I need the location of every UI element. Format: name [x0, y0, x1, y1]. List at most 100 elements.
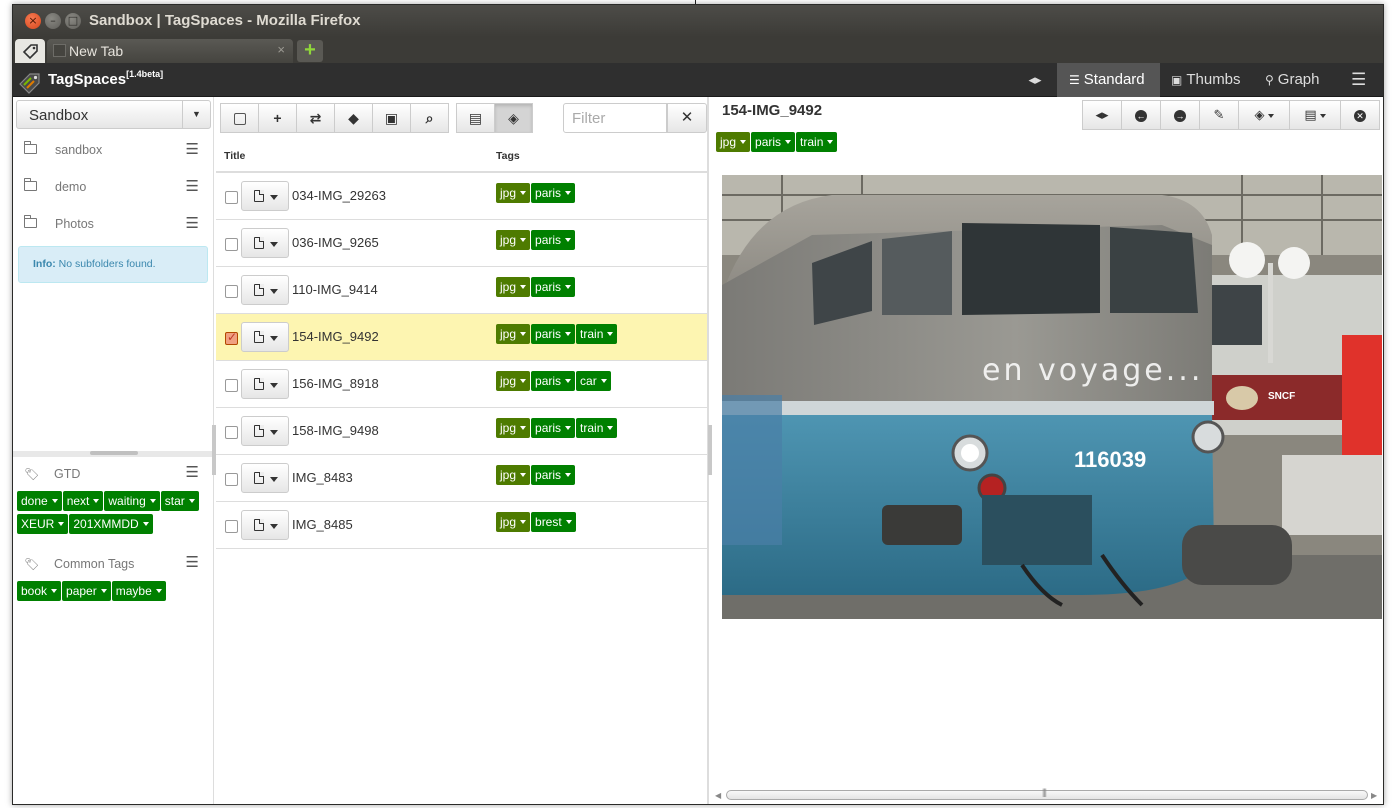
hamburger-icon[interactable]: ☰ [186, 177, 199, 195]
tag-button-next[interactable]: next [62, 491, 104, 511]
browser-tab-new-tab[interactable]: New Tab × [47, 39, 293, 63]
sidebar-splitter[interactable] [13, 451, 214, 457]
hamburger-icon[interactable]: ☰ [186, 463, 199, 481]
file-actions-button[interactable] [241, 463, 289, 493]
close-preview-button[interactable]: ✕ [1340, 100, 1380, 130]
tag-button-xeur[interactable]: XEUR [17, 514, 69, 534]
tag-button-brest[interactable]: brest [531, 512, 576, 532]
table-row[interactable]: 110-IMG_9414 jpg paris [216, 267, 707, 314]
file-name[interactable]: 034-IMG_29263 [292, 188, 386, 203]
window-maximize-button[interactable]: □ [65, 13, 81, 29]
window-minimize-button[interactable]: – [45, 13, 61, 29]
row-checkbox[interactable] [225, 191, 238, 204]
splitter-grip[interactable] [90, 451, 138, 455]
file-name[interactable]: 156-IMG_8918 [292, 376, 379, 391]
tag-button-paris[interactable]: paris [531, 230, 576, 250]
row-checkbox[interactable] [225, 330, 238, 345]
select-all-button[interactable] [220, 103, 259, 133]
main-menu-button[interactable]: ☰ [1351, 63, 1371, 97]
file-actions-button[interactable] [241, 510, 289, 540]
file-name[interactable]: 154-IMG_9492 [292, 329, 379, 344]
row-checkbox[interactable] [225, 238, 238, 251]
tag-button-paris[interactable]: paris [531, 371, 576, 391]
perspective-standard-button[interactable]: ☰ Standard [1057, 63, 1160, 97]
file-options-dropdown[interactable]: ▤ [1289, 100, 1341, 130]
tag-group-header-common[interactable]: 🏷 Common Tags ☰ [13, 549, 213, 579]
toggle-fullwidth-button[interactable]: ◂▸ [1082, 100, 1122, 130]
tag-button-paris[interactable]: paris [751, 132, 796, 152]
tag-button-jpg[interactable]: jpg [496, 230, 531, 250]
file-actions-button[interactable] [241, 275, 289, 305]
list-view-button[interactable]: ▤ [456, 103, 495, 133]
tag-button-jpg[interactable]: jpg [496, 371, 531, 391]
search-button[interactable]: ⌕ [410, 103, 449, 133]
reload-button[interactable]: ⇄ [296, 103, 335, 133]
tag-button-paris[interactable]: paris [531, 183, 576, 203]
arrow-right-icon[interactable]: ▶ [1371, 791, 1377, 800]
toggle-panels-button[interactable]: ◂▸ [1025, 63, 1045, 97]
row-checkbox[interactable] [225, 379, 238, 392]
tag-file-dropdown[interactable]: ◈ [1238, 100, 1290, 130]
pinned-tab-tagspaces[interactable] [15, 39, 45, 63]
arrow-left-icon[interactable]: ◀ [715, 791, 721, 800]
next-file-button[interactable]: → [1160, 100, 1200, 130]
add-file-button[interactable]: + [258, 103, 297, 133]
location-select[interactable]: Sandbox ▼ [16, 100, 211, 129]
row-checkbox[interactable] [225, 473, 238, 486]
tag-button-car[interactable]: car [576, 371, 611, 391]
tag-button-train[interactable]: train [576, 324, 618, 344]
tag-button-paris[interactable]: paris [531, 465, 576, 485]
file-name[interactable]: 036-IMG_9265 [292, 235, 379, 250]
file-actions-button[interactable] [241, 369, 289, 399]
column-header-title[interactable]: Title [224, 150, 245, 162]
tag-button-train[interactable]: train [796, 132, 838, 152]
tag-button-paris[interactable]: paris [531, 324, 576, 344]
tag-button-paris[interactable]: paris [531, 418, 576, 438]
edit-button[interactable]: ✎ [1199, 100, 1239, 130]
hamburger-icon[interactable]: ☰ [186, 140, 199, 158]
tag-button-201xmmdd[interactable]: 201XMMDD [69, 514, 153, 534]
tag-button-book[interactable]: book [17, 581, 62, 601]
hamburger-icon[interactable]: ☰ [186, 553, 199, 571]
table-row[interactable]: IMG_8483 jpg paris [216, 455, 707, 502]
folder-item-photos[interactable]: Photos ☰ [13, 208, 213, 245]
tag-button-jpg[interactable]: jpg [496, 277, 531, 297]
scrollbar-thumb[interactable]: ||| [726, 787, 1368, 800]
horizontal-scrollbar[interactable]: ◀ ||| ▶ [712, 787, 1382, 802]
clear-filter-button[interactable]: ✕ [667, 103, 707, 133]
tag-button-jpg[interactable]: jpg [716, 132, 751, 152]
file-name[interactable]: 158-IMG_9498 [292, 423, 379, 438]
perspective-thumbs-button[interactable]: ▣ Thumbs [1171, 63, 1241, 97]
close-icon[interactable]: × [277, 42, 285, 57]
thumbnails-button[interactable]: ▣ [372, 103, 411, 133]
tag-button-jpg[interactable]: jpg [496, 512, 531, 532]
file-actions-button[interactable] [241, 322, 289, 352]
hamburger-icon[interactable]: ☰ [186, 214, 199, 232]
file-name[interactable]: 110-IMG_9414 [292, 282, 378, 297]
table-row[interactable]: 034-IMG_29263 jpg paris [216, 173, 707, 220]
tag-button-paris[interactable]: paris [531, 277, 576, 297]
table-row[interactable]: 154-IMG_9492 jpg paris train [216, 314, 707, 361]
table-row[interactable]: 036-IMG_9265 jpg paris [216, 220, 707, 267]
table-row[interactable]: 156-IMG_8918 jpg paris car [216, 361, 707, 408]
tag-button-train[interactable]: train [576, 418, 618, 438]
window-close-button[interactable]: × [25, 13, 41, 29]
folder-item-sandbox[interactable]: sandbox ☰ [13, 134, 213, 171]
column-header-tags[interactable]: Tags [496, 150, 520, 162]
folder-item-demo[interactable]: demo ☰ [13, 171, 213, 208]
tag-button-done[interactable]: done [17, 491, 62, 511]
tag-button-maybe[interactable]: maybe [111, 581, 166, 601]
tag-button-jpg[interactable]: jpg [496, 418, 531, 438]
new-tab-button[interactable]: + [297, 40, 323, 62]
tag-button-jpg[interactable]: jpg [496, 465, 531, 485]
file-actions-button[interactable] [241, 416, 289, 446]
perspective-graph-button[interactable]: ⚲ Graph [1265, 63, 1320, 97]
row-checkbox[interactable] [225, 285, 238, 298]
table-row[interactable]: 158-IMG_9498 jpg paris train [216, 408, 707, 455]
tag-button[interactable]: ◆ [334, 103, 373, 133]
tag-button-paper[interactable]: paper [62, 581, 111, 601]
file-actions-button[interactable] [241, 228, 289, 258]
tag-button-waiting[interactable]: waiting [104, 491, 160, 511]
tag-button-jpg[interactable]: jpg [496, 183, 531, 203]
row-checkbox[interactable] [225, 520, 238, 533]
